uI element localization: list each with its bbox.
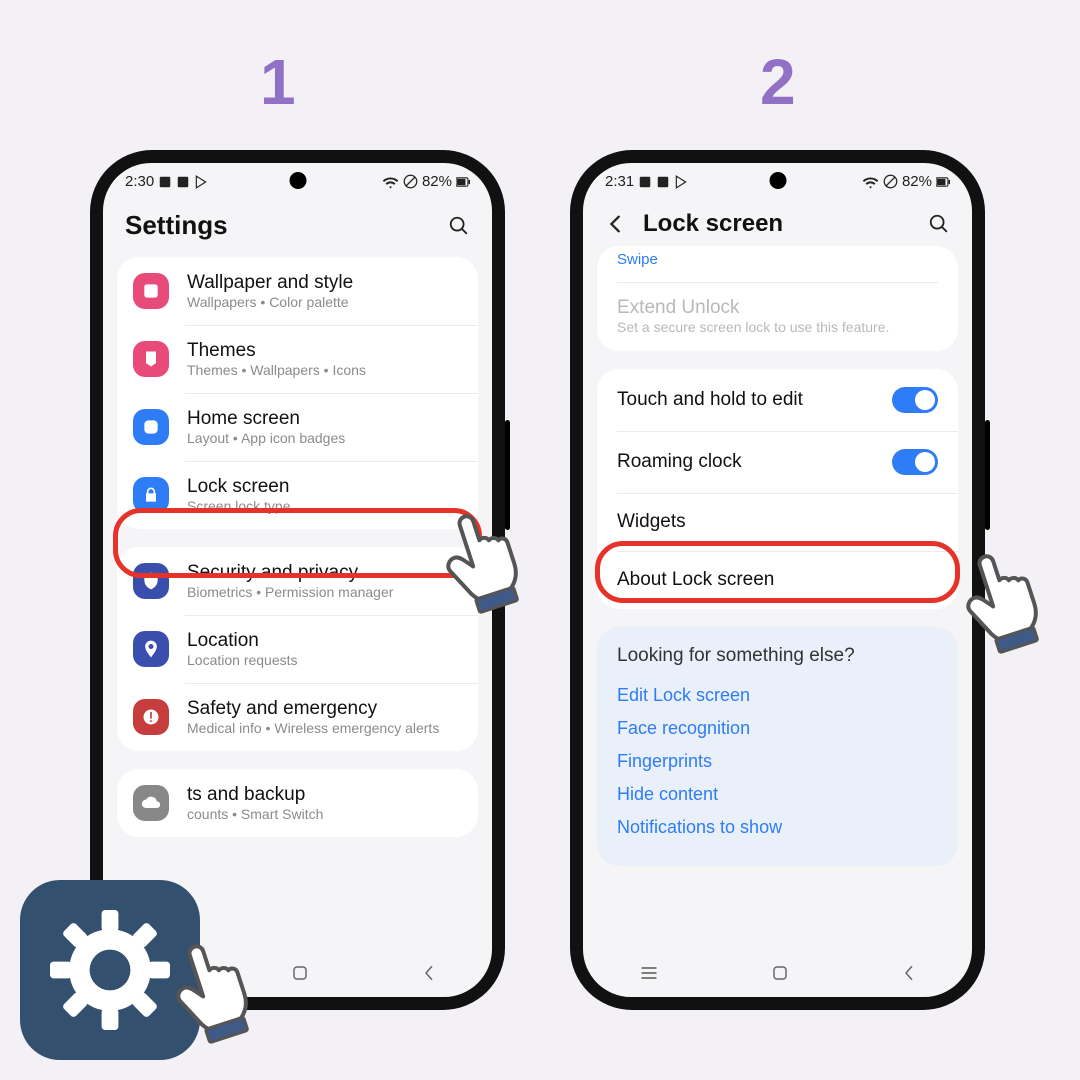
- themes-icon: [133, 341, 169, 377]
- row-title: Wallpaper and style: [187, 272, 353, 294]
- check-icon: [176, 175, 190, 189]
- row-subtitle: Themes • Wallpapers • Icons: [187, 362, 366, 378]
- tap-indicator-settings: [130, 920, 260, 1075]
- lock-type-card: Swipe Extend Unlock Set a secure screen …: [597, 246, 958, 351]
- step-number-2: 2: [760, 45, 796, 119]
- camera-cutout: [769, 172, 786, 189]
- pin-icon: [133, 631, 169, 667]
- wallpaper-icon: [133, 273, 169, 309]
- no-sim-icon: [403, 174, 418, 189]
- row-subtitle: Layout • App icon badges: [187, 430, 345, 446]
- home-icon: [133, 409, 169, 445]
- back-nav-icon[interactable]: [422, 964, 436, 982]
- back-icon[interactable]: [605, 213, 627, 235]
- row-label: Roaming clock: [617, 451, 742, 473]
- status-clock: 2:31: [605, 173, 634, 190]
- wifi-icon: [382, 175, 399, 189]
- sos-icon: [133, 699, 169, 735]
- row-accounts[interactable]: ts and backupcounts • Smart Switch: [117, 769, 478, 837]
- extend-unlock-sub: Set a secure screen lock to use this fea…: [617, 319, 938, 335]
- tap-indicator-2: [920, 530, 1050, 685]
- page-title: Settings: [125, 210, 432, 241]
- settings-group-display: Wallpaper and styleWallpapers • Color pa…: [117, 257, 478, 529]
- search-icon[interactable]: [928, 213, 950, 235]
- no-sim-icon: [883, 174, 898, 189]
- home-nav-icon[interactable]: [771, 964, 789, 982]
- row-subtitle: Location requests: [187, 652, 298, 668]
- row-roaming-clock[interactable]: Roaming clock: [597, 431, 958, 493]
- recent-icon[interactable]: [639, 965, 659, 981]
- link-hide-content[interactable]: Hide content: [617, 778, 938, 811]
- nav-bar: [583, 949, 972, 997]
- image-icon: [158, 175, 172, 189]
- row-label: Touch and hold to edit: [617, 389, 803, 411]
- cloud-icon: [133, 785, 169, 821]
- row-themes[interactable]: ThemesThemes • Wallpapers • Icons: [117, 325, 478, 393]
- header: Settings: [103, 190, 492, 257]
- row-title: Themes: [187, 340, 366, 362]
- page-title: Lock screen: [643, 210, 912, 238]
- row-title: Lock screen: [187, 476, 291, 498]
- battery-text: 82%: [422, 173, 452, 190]
- play-icon: [194, 175, 208, 189]
- row-subtitle: Wallpapers • Color palette: [187, 294, 353, 310]
- tap-indicator-1: [400, 490, 530, 645]
- link-face-recognition[interactable]: Face recognition: [617, 712, 938, 745]
- wifi-icon: [862, 175, 879, 189]
- battery-text: 82%: [902, 173, 932, 190]
- status-clock: 2:30: [125, 173, 154, 190]
- highlight-widgets: [595, 541, 960, 603]
- row-title: ts and backup: [187, 784, 323, 806]
- row-label: Widgets: [617, 511, 686, 533]
- looking-for-box: Looking for something else? Edit Lock sc…: [597, 627, 958, 866]
- row-title: Home screen: [187, 408, 345, 430]
- check-icon: [656, 175, 670, 189]
- back-nav-icon[interactable]: [902, 964, 916, 982]
- row-subtitle: Medical info • Wireless emergency alerts: [187, 720, 439, 736]
- row-subtitle: counts • Smart Switch: [187, 806, 323, 822]
- link-edit-lock-screen[interactable]: Edit Lock screen: [617, 679, 938, 712]
- step-number-1: 1: [260, 45, 296, 119]
- toggle-on[interactable]: [892, 449, 938, 475]
- extend-unlock-label: Extend Unlock: [617, 297, 938, 319]
- link-notifications[interactable]: Notifications to show: [617, 811, 938, 844]
- battery-icon: [936, 175, 950, 189]
- home-nav-icon[interactable]: [291, 964, 309, 982]
- row-subtitle: Biometrics • Permission manager: [187, 584, 393, 600]
- row-touch-hold[interactable]: Touch and hold to edit: [597, 369, 958, 431]
- toggle-on[interactable]: [892, 387, 938, 413]
- lock-type-value[interactable]: Swipe: [617, 251, 938, 268]
- row-wallpaper[interactable]: Wallpaper and styleWallpapers • Color pa…: [117, 257, 478, 325]
- row-safety[interactable]: Safety and emergencyMedical info • Wirel…: [117, 683, 478, 751]
- search-icon[interactable]: [448, 215, 470, 237]
- row-title: Safety and emergency: [187, 698, 439, 720]
- battery-icon: [456, 175, 470, 189]
- row-home-screen[interactable]: Home screenLayout • App icon badges: [117, 393, 478, 461]
- header: Lock screen: [583, 190, 972, 246]
- link-fingerprints[interactable]: Fingerprints: [617, 745, 938, 778]
- play-icon: [674, 175, 688, 189]
- row-title: Location: [187, 630, 298, 652]
- settings-group-accounts: ts and backupcounts • Smart Switch: [117, 769, 478, 837]
- looking-for-header: Looking for something else?: [617, 645, 938, 667]
- camera-cutout: [289, 172, 306, 189]
- image-icon: [638, 175, 652, 189]
